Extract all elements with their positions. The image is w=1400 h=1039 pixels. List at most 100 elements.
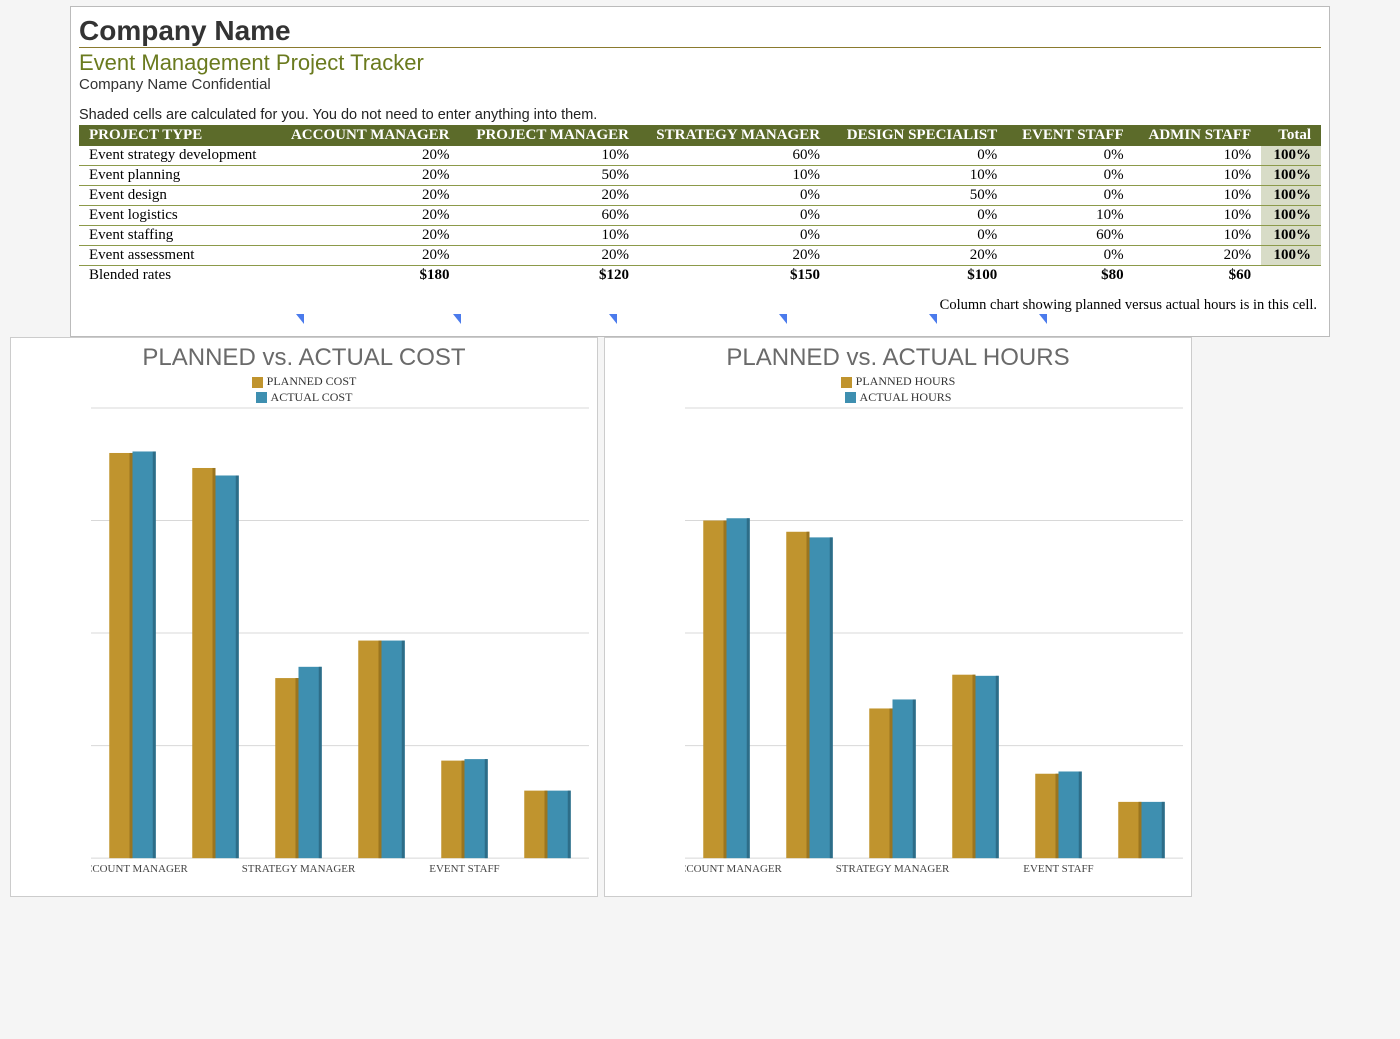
allocation-cell[interactable]: 0% (1007, 146, 1133, 166)
project-type-cell[interactable]: Event assessment (79, 246, 274, 266)
allocation-cell[interactable]: 0% (639, 186, 830, 206)
total-cell: 100% (1261, 226, 1321, 246)
filter-dropdown-icon[interactable] (1039, 314, 1047, 324)
filter-dropdown-icon[interactable] (609, 314, 617, 324)
chart-title-hours: PLANNED vs. ACTUAL HOURS (613, 344, 1183, 372)
allocation-cell[interactable]: 0% (639, 206, 830, 226)
allocation-cell[interactable]: 20% (1134, 246, 1262, 266)
allocation-cell[interactable]: 0% (1007, 166, 1133, 186)
chart-svg-hours: 0.00100.00200.00300.00400.00ACCOUNT MANA… (685, 398, 1183, 876)
table-row: Event planning20%50%10%10%0%10%100% (79, 166, 1321, 186)
total-cell: 100% (1261, 246, 1321, 266)
allocation-cell[interactable]: 10% (1007, 206, 1133, 226)
table-header-row: PROJECT TYPEACCOUNT MANAGERPROJECT MANAG… (79, 125, 1321, 146)
allocation-cell[interactable]: 10% (1134, 146, 1262, 166)
allocation-table[interactable]: PROJECT TYPEACCOUNT MANAGERPROJECT MANAG… (79, 125, 1321, 285)
chart-title-cost: PLANNED vs. ACTUAL COST (19, 344, 589, 372)
confidential-note: Company Name Confidential (79, 76, 1321, 93)
column-header[interactable]: STRATEGY MANAGER (639, 125, 830, 146)
total-cell: 100% (1261, 146, 1321, 166)
allocation-cell[interactable]: 60% (459, 206, 639, 226)
project-type-cell[interactable]: Event planning (79, 166, 274, 186)
company-name: Company Name (79, 15, 1321, 48)
allocation-cell[interactable]: 50% (459, 166, 639, 186)
allocation-cell[interactable]: 50% (830, 186, 1007, 206)
allocation-cell[interactable]: 20% (830, 246, 1007, 266)
table-row: Event strategy development20%10%60%0%0%1… (79, 146, 1321, 166)
page-subtitle: Event Management Project Tracker (79, 50, 1321, 76)
project-type-cell[interactable]: Event staffing (79, 226, 274, 246)
allocation-cell[interactable]: 10% (639, 166, 830, 186)
svg-text:ACCOUNT MANAGER: ACCOUNT MANAGER (91, 863, 189, 875)
allocation-cell[interactable]: 20% (639, 246, 830, 266)
allocation-cell[interactable]: 60% (639, 146, 830, 166)
column-header[interactable]: ACCOUNT MANAGER (274, 125, 460, 146)
legend-swatch-planned-icon (252, 377, 263, 388)
filter-dropdown-icon[interactable] (779, 314, 787, 324)
rate-cell[interactable]: $60 (1134, 266, 1262, 286)
rate-cell[interactable]: $150 (639, 266, 830, 286)
project-type-cell[interactable]: Event strategy development (79, 146, 274, 166)
allocation-cell[interactable]: 20% (274, 146, 460, 166)
project-type-cell[interactable]: Event logistics (79, 206, 274, 226)
chart-placeholder-note: Column chart showing planned versus actu… (79, 285, 1321, 314)
svg-text:STRATEGY MANAGER: STRATEGY MANAGER (836, 863, 950, 875)
filter-dropdown-icon[interactable] (453, 314, 461, 324)
chart-panel-cost[interactable]: PLANNED vs. ACTUAL COST PLANNED COST ACT… (10, 337, 598, 897)
allocation-cell[interactable]: 0% (830, 146, 1007, 166)
svg-text:STRATEGY MANAGER: STRATEGY MANAGER (242, 863, 356, 875)
allocation-cell[interactable]: 20% (459, 186, 639, 206)
allocation-cell[interactable]: 20% (274, 246, 460, 266)
column-header[interactable]: DESIGN SPECIALIST (830, 125, 1007, 146)
allocation-cell[interactable]: 0% (639, 226, 830, 246)
blended-rates-row: Blended rates$180$120$150$100$80$60 (79, 266, 1321, 286)
help-text: Shaded cells are calculated for you. You… (79, 107, 1321, 123)
legend-swatch-planned-icon (841, 377, 852, 388)
allocation-cell[interactable]: 0% (1007, 246, 1133, 266)
column-header[interactable]: Total (1261, 125, 1321, 146)
allocation-cell[interactable]: 20% (274, 166, 460, 186)
allocation-cell[interactable]: 60% (1007, 226, 1133, 246)
worksheet-pane[interactable]: Company Name Event Management Project Tr… (70, 6, 1330, 337)
table-row: Event logistics20%60%0%0%10%10%100% (79, 206, 1321, 226)
allocation-cell[interactable]: 10% (459, 146, 639, 166)
table-row: Event staffing20%10%0%0%60%10%100% (79, 226, 1321, 246)
column-header[interactable]: EVENT STAFF (1007, 125, 1133, 146)
allocation-cell[interactable]: 10% (1134, 186, 1262, 206)
rate-cell[interactable]: $100 (830, 266, 1007, 286)
filter-dropdown-icon[interactable] (929, 314, 937, 324)
filter-dropdown-icon[interactable] (296, 314, 304, 324)
allocation-cell[interactable]: 10% (1134, 166, 1262, 186)
allocation-cell[interactable]: 10% (830, 166, 1007, 186)
rate-cell[interactable]: $120 (459, 266, 639, 286)
chart-svg-cost: $0.00$15,000.00$30,000.00$45,000.00$60,0… (91, 398, 589, 876)
svg-text:EVENT STAFF: EVENT STAFF (429, 863, 499, 875)
allocation-cell[interactable]: 20% (274, 226, 460, 246)
total-cell: 100% (1261, 206, 1321, 226)
allocation-cell[interactable]: 10% (1134, 226, 1262, 246)
total-cell: 100% (1261, 186, 1321, 206)
rate-cell[interactable]: $80 (1007, 266, 1133, 286)
allocation-cell[interactable]: 20% (274, 206, 460, 226)
allocation-cell[interactable]: 10% (459, 226, 639, 246)
allocation-cell[interactable]: 20% (274, 186, 460, 206)
rates-label-cell[interactable]: Blended rates (79, 266, 274, 286)
allocation-cell[interactable]: 0% (1007, 186, 1133, 206)
allocation-cell[interactable]: 0% (830, 206, 1007, 226)
allocation-cell[interactable]: 0% (830, 226, 1007, 246)
table-row: Event design20%20%0%50%0%10%100% (79, 186, 1321, 206)
table-row: Event assessment20%20%20%20%0%20%100% (79, 246, 1321, 266)
rate-cell[interactable]: $180 (274, 266, 460, 286)
legend-label-planned-cost: PLANNED COST (267, 374, 357, 388)
svg-text:EVENT STAFF: EVENT STAFF (1023, 863, 1093, 875)
column-header[interactable]: ADMIN STAFF (1134, 125, 1262, 146)
total-cell: 100% (1261, 166, 1321, 186)
allocation-cell[interactable]: 20% (459, 246, 639, 266)
column-header[interactable]: PROJECT MANAGER (459, 125, 639, 146)
project-type-cell[interactable]: Event design (79, 186, 274, 206)
column-header[interactable]: PROJECT TYPE (79, 125, 274, 146)
svg-text:ACCOUNT MANAGER: ACCOUNT MANAGER (685, 863, 783, 875)
chart-panel-hours[interactable]: PLANNED vs. ACTUAL HOURS PLANNED HOURS A… (604, 337, 1192, 897)
allocation-cell[interactable]: 10% (1134, 206, 1262, 226)
rate-total-blank (1261, 266, 1321, 286)
